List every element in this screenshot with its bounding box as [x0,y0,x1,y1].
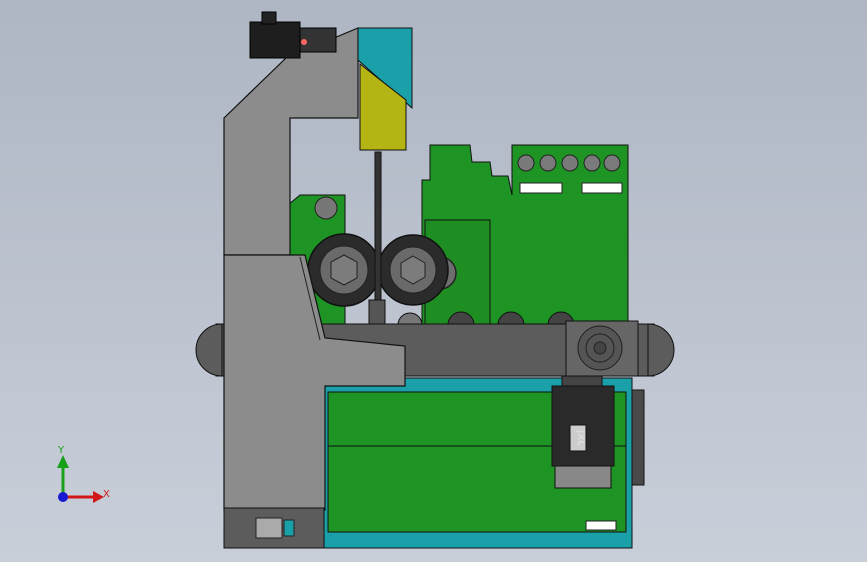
small-knob [314,196,338,220]
drive-motor[interactable]: JXL [551,375,615,489]
cabinet-label-plate [585,520,617,531]
z-axis-dot [58,492,68,502]
top-motor[interactable] [249,11,337,59]
y-axis-arrow [57,455,69,468]
side-bracket [631,389,645,486]
blade-guide [368,299,386,326]
machine-drawing: JXL Y X [57,11,675,549]
y-axis-label: Y [57,445,65,456]
control-panel[interactable] [255,517,283,539]
gearbox[interactable] [565,320,639,377]
coordinate-axes: Y X [57,445,110,503]
motor-label-text: JXL [575,429,585,446]
slot-right [581,182,623,194]
x-axis-label: X [103,489,110,500]
slot-left [519,182,563,194]
cad-viewport[interactable]: JXL Y X [0,0,867,562]
